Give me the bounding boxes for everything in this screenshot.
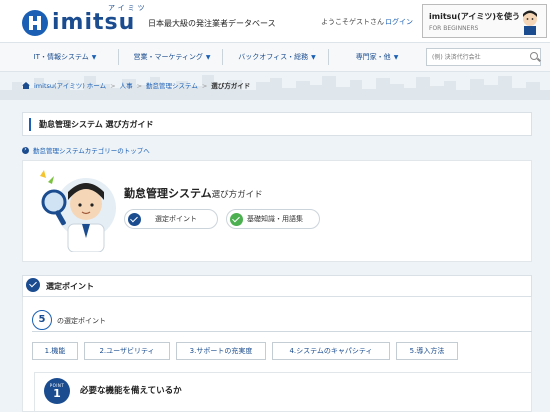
arrow-circle-icon <box>22 145 29 154</box>
pill-label: 選定ポイント <box>155 215 197 223</box>
tab-function[interactable]: 1.機能 <box>32 342 78 360</box>
hero-title-sub: 選び方ガイド <box>211 190 263 200</box>
site-tagline: 日本最大級の発注業者データベース <box>148 19 276 28</box>
imitsu-logo[interactable]: imitsu アイミツ <box>22 4 150 38</box>
search-input[interactable] <box>426 48 541 66</box>
chevron-down-icon: ▼ <box>311 54 316 61</box>
nav-item-it[interactable]: IT・情報システム ▼ <box>20 43 110 71</box>
tab-introduction[interactable]: 5.導入方法 <box>396 342 458 360</box>
pill-label: 基礎知識・用語集 <box>247 215 303 223</box>
nav-item-backoffice[interactable]: バックオフィス・総務 ▼ <box>228 43 326 71</box>
breadcrumb: imitsu(アイミツ) ホーム > 人事 > 勤怠管理システム > 選び方ガイド <box>22 80 250 90</box>
beginner-subtitle: FOR BEGINNERS <box>429 25 479 32</box>
main-nav: IT・情報システム ▼ 営業・マーケティング ▼ バックオフィス・総務 ▼ 専門家・他… <box>0 42 550 72</box>
points-count-label: の選定ポイント <box>57 317 106 325</box>
site-header: imitsu アイミツ 日本最大級の発注業者データベース ようこそゲストさん ロ… <box>0 0 550 42</box>
point-title: 必要な機能を備えているか <box>80 386 182 396</box>
hero-title: 勤怠管理システム選び方ガイド <box>124 185 263 201</box>
logo-mark-icon <box>22 10 48 36</box>
check-circle-icon <box>26 278 40 292</box>
nav-divider <box>118 49 119 65</box>
welcome-text: ようこそゲストさん <box>321 18 384 26</box>
category-top-link[interactable]: 勤怠管理システムカテゴリーのトップへ <box>22 145 150 155</box>
book-icon <box>230 213 243 226</box>
breadcrumb-separator: > <box>110 82 116 90</box>
breadcrumb-separator: > <box>201 82 208 90</box>
tab-capacity[interactable]: 4.システムのキャパシティ <box>272 342 390 360</box>
login-link[interactable]: ログイン <box>385 17 413 27</box>
tab-usability[interactable]: 2.ユーザビリティ <box>84 342 170 360</box>
section-title: 選定ポイント <box>46 282 94 291</box>
chevron-down-icon: ▼ <box>205 54 211 61</box>
tab-support[interactable]: 3.サポートの充実度 <box>176 342 266 360</box>
section-header <box>22 275 532 297</box>
glossary-button[interactable]: 基礎知識・用語集 <box>226 209 320 229</box>
nav-item-label: IT・情報システム <box>33 53 89 61</box>
check-icon <box>128 213 141 226</box>
nav-item-sales[interactable]: 営業・マーケティング ▼ <box>124 43 220 71</box>
beginner-title: imitsu(アイミツ)を使う <box>429 12 521 21</box>
nav-item-experts[interactable]: 専門家・他 ▼ <box>334 43 420 71</box>
divider <box>32 331 532 332</box>
selection-points-button[interactable]: 選定ポイント <box>124 209 218 229</box>
chevron-down-icon: ▼ <box>393 54 399 61</box>
breadcrumb-current: 選び方ガイド <box>211 82 251 90</box>
category-top-link-label: 勤怠管理システムカテゴリーのトップへ <box>33 147 150 155</box>
nav-item-label: 専門家・他 <box>355 53 391 61</box>
breadcrumb-home[interactable]: imitsu(アイミツ) ホーム <box>34 82 106 90</box>
breadcrumb-hr[interactable]: 人事 <box>120 82 133 90</box>
logo-text: imitsu <box>52 10 136 35</box>
page-title-bar: 勤怠管理システム 選び方ガイド <box>22 112 532 136</box>
page-title: 勤怠管理システム 選び方ガイド <box>39 120 154 129</box>
nav-divider <box>222 49 223 65</box>
mascot-face-icon <box>523 10 537 35</box>
breadcrumb-separator: > <box>136 82 143 90</box>
point-number-badge: POINT 1 <box>44 378 70 404</box>
hero-title-main: 勤怠管理システム <box>124 187 212 200</box>
points-count-badge: 5 <box>32 310 52 330</box>
nav-item-label: 営業・マーケティング <box>133 53 203 61</box>
logo-kana: アイミツ <box>108 4 148 12</box>
beginner-guide-banner[interactable]: imitsu(アイミツ)を使う FOR BEGINNERS <box>422 4 547 38</box>
point-number: 1 <box>53 387 61 400</box>
breadcrumb-category[interactable]: 勤怠管理システム <box>146 82 198 90</box>
nav-item-label: バックオフィス・総務 <box>238 53 309 61</box>
home-icon <box>22 82 30 89</box>
search-icon[interactable] <box>530 52 538 60</box>
nav-divider <box>328 49 329 65</box>
chevron-down-icon: ▼ <box>91 54 97 61</box>
mascot-with-magnifier-illustration <box>40 170 116 252</box>
